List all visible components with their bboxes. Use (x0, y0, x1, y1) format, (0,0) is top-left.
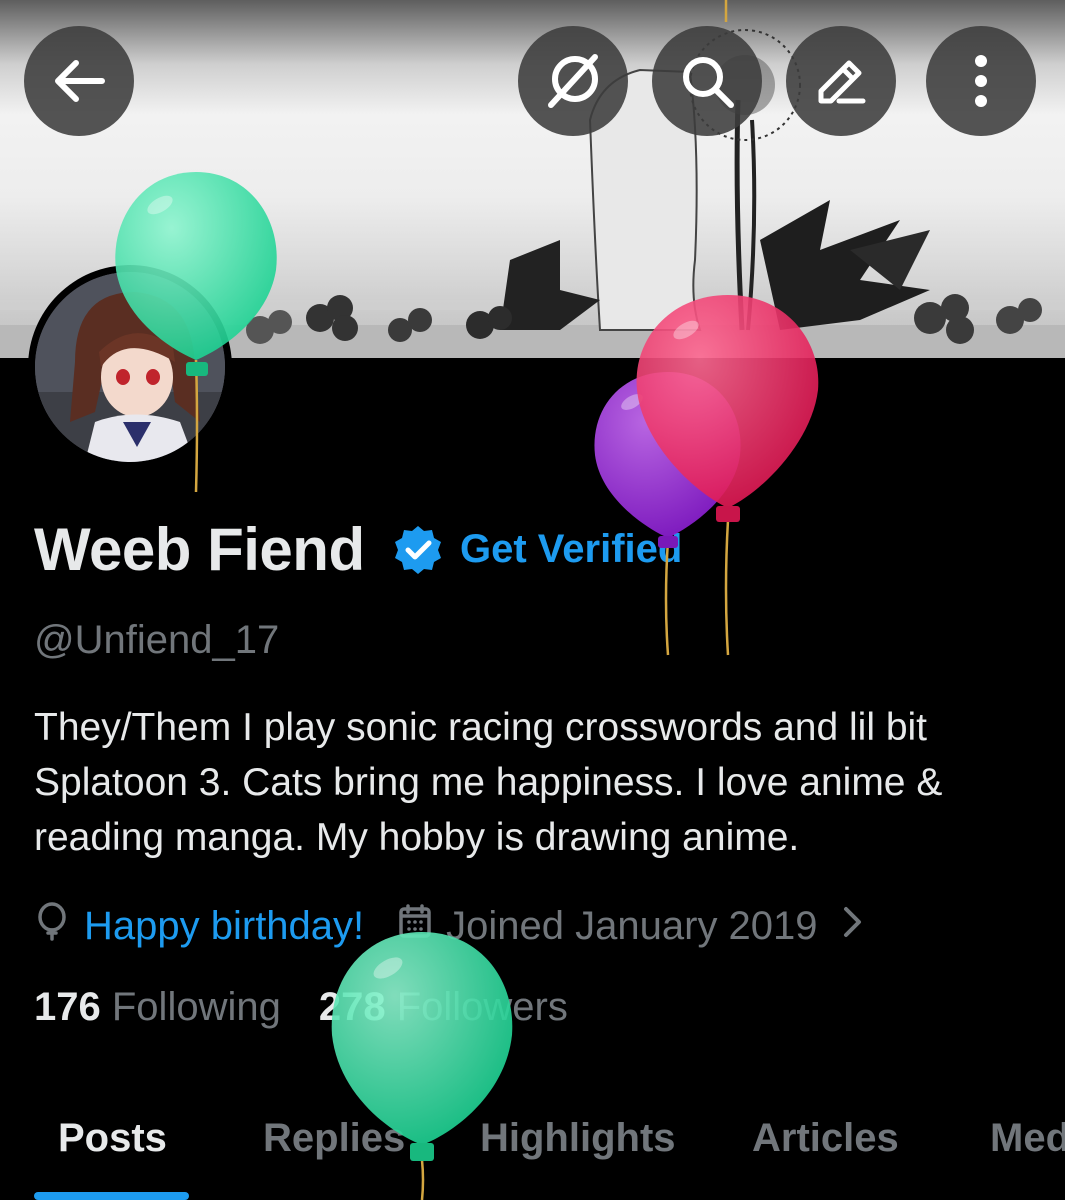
following-count: 176 (34, 985, 101, 1029)
edit-icon (818, 60, 866, 104)
tab-media[interactable]: Media (990, 1116, 1065, 1161)
balloon-purple (594, 372, 741, 656)
calendar-icon (398, 903, 432, 949)
balloon-icon (34, 901, 70, 951)
profile-bio: They/Them I play sonic racing crosswords… (34, 706, 943, 859)
joined-date: Joined January 2019 (446, 903, 818, 948)
user-handle: @Unfiend_17 (34, 618, 280, 662)
follow-stats: 176 Following 278 Followers (34, 985, 606, 1030)
back-button[interactable] (24, 26, 134, 136)
followers-label: Followers (396, 985, 568, 1029)
more-button[interactable] (926, 26, 1036, 136)
edit-button[interactable] (786, 26, 896, 136)
tab-articles[interactable]: Articles (752, 1116, 899, 1161)
followers-count: 278 (318, 985, 386, 1029)
tab-posts[interactable]: Posts (58, 1116, 167, 1161)
avatar-image (35, 272, 225, 462)
get-verified-link[interactable]: Get Verified (460, 527, 682, 572)
grok-icon (548, 54, 598, 108)
more-vertical-icon (975, 55, 987, 107)
followers-link[interactable]: 278 Followers (319, 985, 568, 1030)
following-link[interactable]: 176 Following (34, 985, 281, 1030)
following-label: Following (111, 985, 281, 1029)
display-name: Weeb Fiend (34, 516, 365, 583)
tab-replies[interactable]: Replies (263, 1116, 405, 1161)
profile-tabs: Posts Replies Highlights Articles Media (0, 1100, 1065, 1200)
birthday-text[interactable]: Happy birthday! (84, 904, 364, 949)
search-button[interactable] (652, 26, 762, 136)
tab-highlights[interactable]: Highlights (480, 1116, 676, 1161)
avatar[interactable] (28, 265, 232, 469)
profile-meta: Happy birthday! Joined January 2019 (34, 898, 864, 954)
arrow-left-icon (55, 60, 105, 102)
grok-button[interactable] (518, 26, 628, 136)
active-tab-indicator (34, 1192, 189, 1200)
chevron-right-icon[interactable] (842, 904, 864, 949)
search-icon (683, 57, 734, 108)
verified-badge-icon (395, 526, 441, 574)
